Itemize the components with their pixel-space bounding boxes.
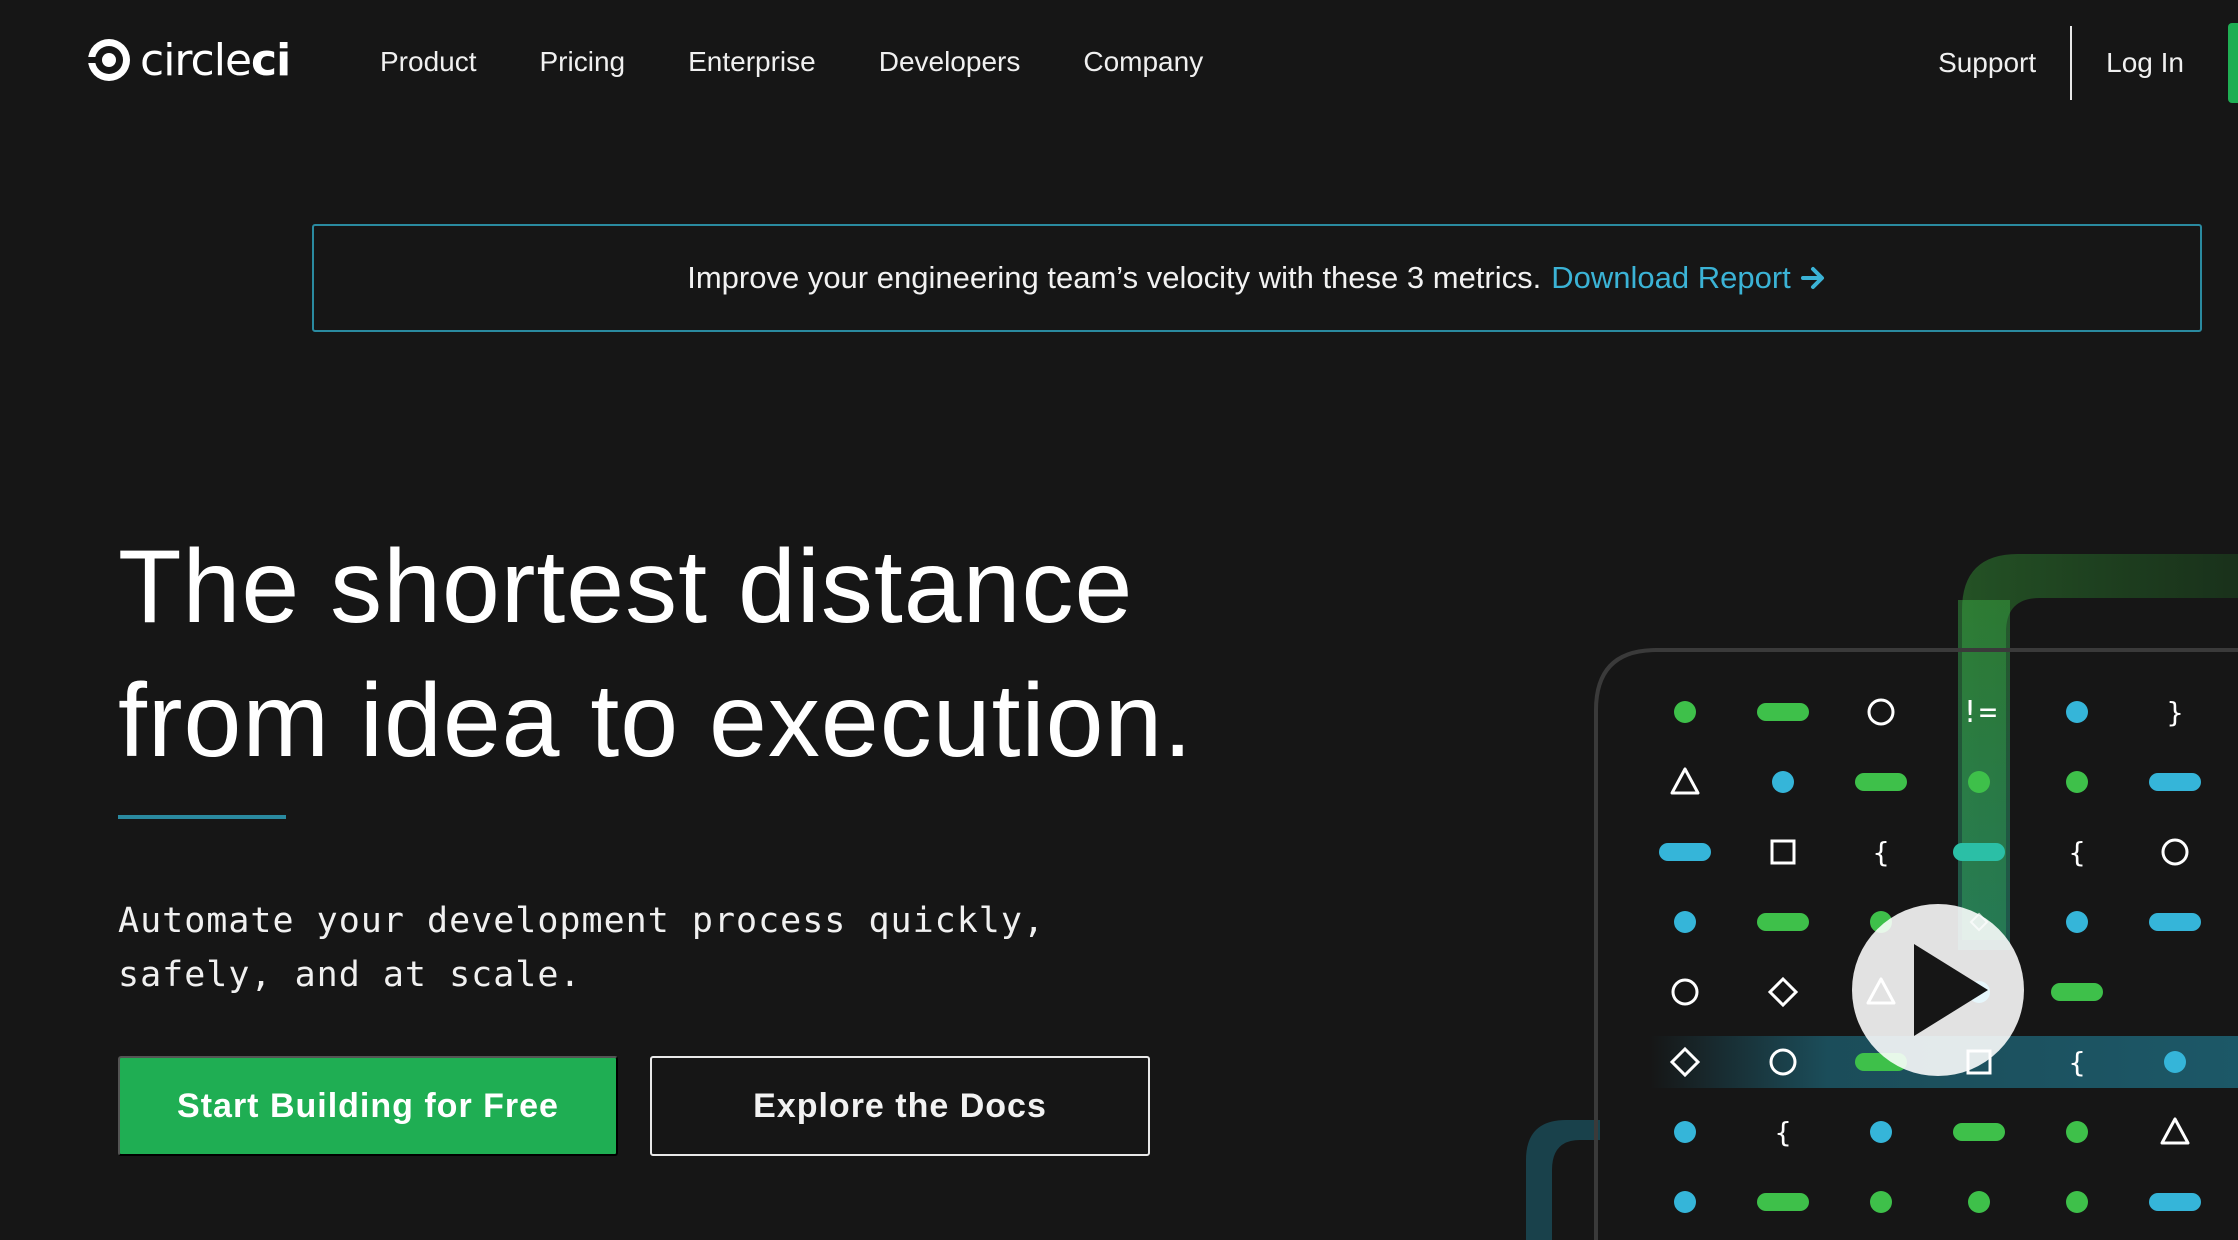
hero-divider (118, 815, 286, 819)
download-report-link[interactable]: Download Report (1551, 260, 1827, 296)
top-nav: circleci Product Pricing Enterprise Deve… (0, 0, 2238, 126)
grid-symbol-lbrace: { (2069, 836, 2086, 869)
nav-divider (2070, 26, 2073, 100)
grid-symbol-dot-blue (2066, 911, 2088, 933)
hero-subtitle: Automate your development process quickl… (118, 894, 1078, 1002)
grid-symbol-dot-green (1674, 701, 1696, 723)
grid-symbol-lbrace: { (1873, 836, 1890, 869)
hero-title-line-2: from idea to execution. (118, 663, 1194, 779)
grid-symbol-dot-green (2066, 1121, 2088, 1143)
grid-symbol-dot-green (2066, 771, 2088, 793)
download-report-label: Download Report (1551, 260, 1791, 295)
banner-text: Improve your engineering team’s velocity… (687, 260, 1542, 295)
start-building-button[interactable]: Start Building for Free (118, 1056, 618, 1156)
grid-symbol-pill-blue (1659, 843, 1711, 861)
grid-symbol-pill-blue (2149, 773, 2201, 791)
grid-symbol-lbrace: { (1775, 1116, 1792, 1149)
explore-docs-button[interactable]: Explore the Docs (650, 1056, 1150, 1156)
promo-banner: Improve your engineering team’s velocity… (312, 224, 2202, 332)
grid-symbol-triangle (1670, 767, 1700, 795)
grid-symbol-square (1770, 839, 1796, 865)
grid-symbol-circle (2161, 838, 2189, 866)
pipeline-bottom-curve (1526, 1120, 1600, 1240)
hero-title-line-1: The shortest distance (118, 529, 1134, 645)
grid-symbol-dot-green (1968, 771, 1990, 793)
grid-symbol-pill-green (1757, 703, 1809, 721)
nav-link-developers[interactable]: Developers (879, 44, 1021, 80)
nav-login-link[interactable]: Log In (2106, 47, 2184, 79)
nav-link-enterprise[interactable]: Enterprise (688, 44, 816, 80)
grid-symbol-dot-green (2066, 1191, 2088, 1213)
grid-symbol-circle (1867, 698, 1895, 726)
nav-link-pricing[interactable]: Pricing (540, 44, 626, 80)
circleci-logo[interactable]: circleci (86, 34, 291, 86)
nav-right: Support Log In (1938, 23, 2238, 103)
grid-symbol-pill-blue (2149, 1193, 2201, 1211)
grid-symbol-dot-blue (1772, 771, 1794, 793)
grid-symbol-dot-blue (2164, 1051, 2186, 1073)
grid-symbol-pill-green (1953, 1123, 2005, 1141)
nav-links: Product Pricing Enterprise Developers Co… (380, 44, 1266, 80)
grid-symbol-lbrace: { (2069, 1046, 2086, 1079)
grid-symbol-pill-green (1757, 1193, 1809, 1211)
hero-title: The shortest distance from idea to execu… (118, 520, 1318, 788)
arrow-right-icon (1800, 267, 1824, 289)
nav-link-product[interactable]: Product (380, 44, 477, 80)
grid-symbol-neq: != (1961, 695, 1997, 730)
grid-symbol-dot-green (1968, 1191, 1990, 1213)
grid-symbol-dot-blue (1674, 911, 1696, 933)
grid-symbol-dot-blue (1674, 1121, 1696, 1143)
grid-symbol-dot-blue (1870, 1121, 1892, 1143)
logo-wordmark: circleci (140, 34, 291, 86)
nav-support-link[interactable]: Support (1938, 47, 2036, 79)
nav-link-company[interactable]: Company (1083, 44, 1203, 80)
grid-symbol-circle (1671, 978, 1699, 1006)
grid-symbol-dot-green (1870, 1191, 1892, 1213)
grid-symbol-pill-blue-brace (2149, 913, 2201, 931)
grid-symbol-rbrace: } (2167, 696, 2184, 729)
grid-symbol-dot-blue (2066, 701, 2088, 723)
grid-symbol-diamond (1767, 976, 1799, 1008)
nav-signup-tab[interactable] (2228, 23, 2238, 103)
hero-subtitle-line-2: safely, and at scale. (118, 955, 582, 995)
grid-symbol-triangle (2160, 1117, 2190, 1145)
grid-symbol-pill-green (2051, 983, 2103, 1001)
grid-symbol-dot-blue (1674, 1191, 1696, 1213)
circleci-logo-icon (88, 39, 130, 81)
hero-subtitle-line-1: Automate your development process quickl… (118, 901, 1046, 941)
pipeline-visual: !=} { { { { (1526, 554, 2238, 1240)
grid-symbol-pill-teal (1953, 843, 2005, 861)
play-button[interactable] (1852, 904, 2024, 1076)
grid-symbol-pill-green (1855, 773, 1907, 791)
grid-symbol-pill-green (1757, 913, 1809, 931)
